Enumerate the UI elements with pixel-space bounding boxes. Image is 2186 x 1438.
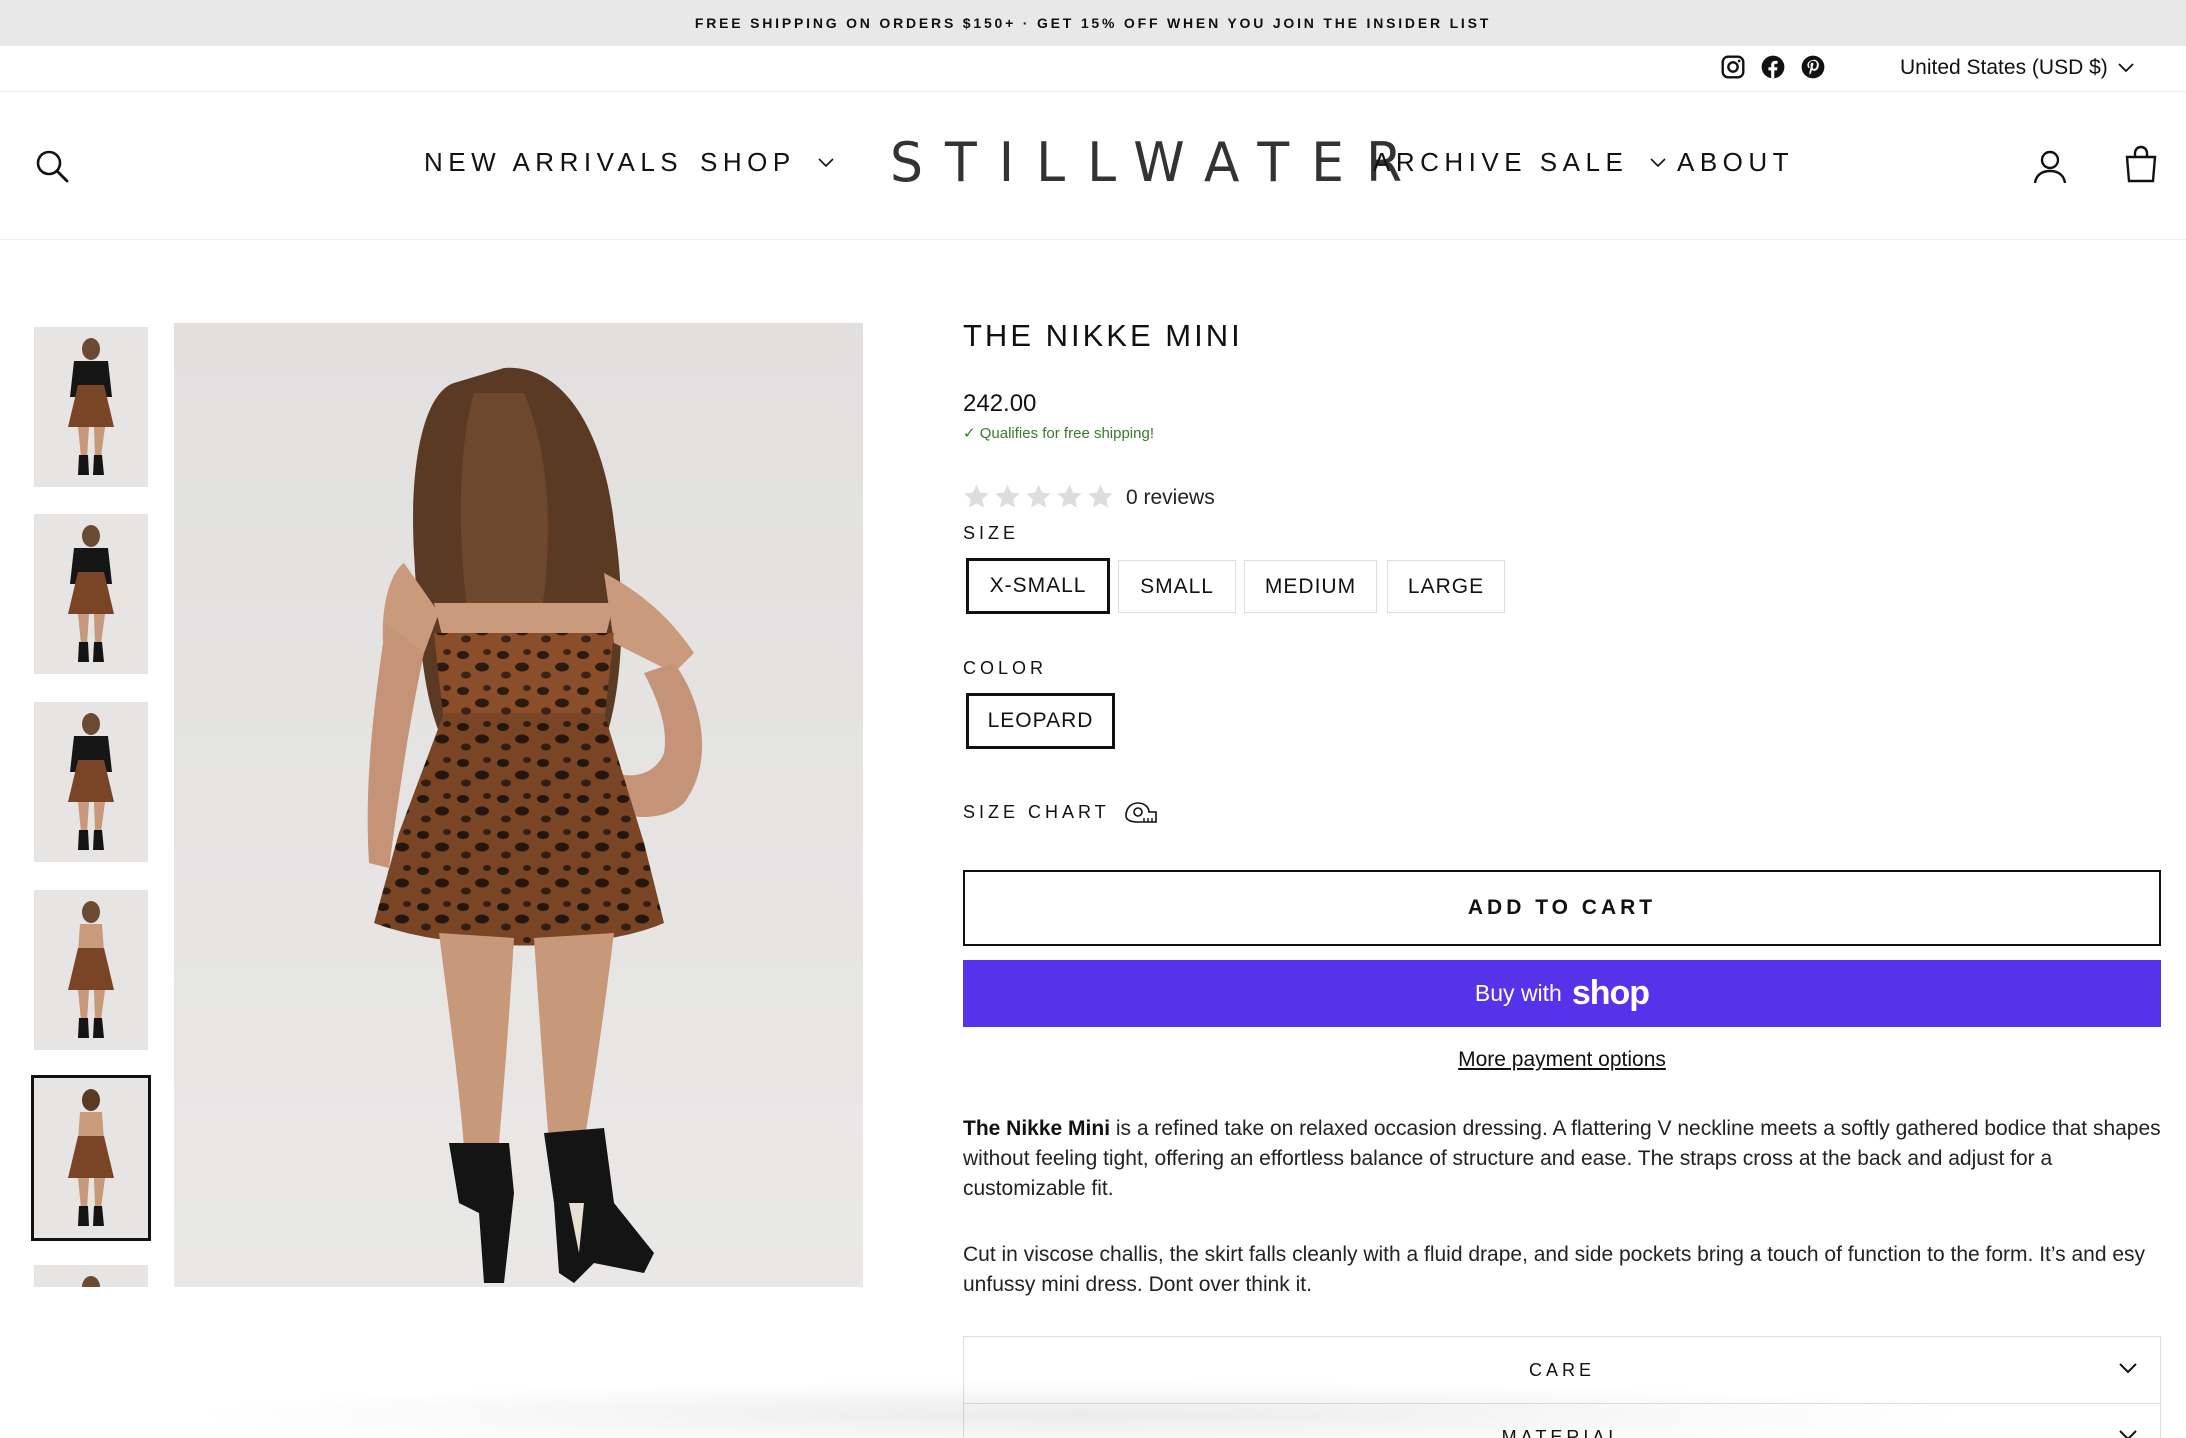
nav-label: ARCHIVE SALE: [1373, 147, 1629, 177]
product-price: 242.00: [963, 390, 1037, 417]
nav-label: SHOP: [700, 147, 796, 177]
description-paragraph-2: Cut in viscose challis, the skirt falls …: [963, 1243, 2146, 1296]
chevron-down-icon: [2119, 1363, 2137, 1374]
thumbnail-photo: [34, 327, 148, 487]
site-header: NEW ARRIVALS SHOP STILLWATER ARCHIVE SAL…: [0, 93, 2186, 240]
thumbnail-5[interactable]: [31, 1075, 151, 1241]
add-to-cart-button[interactable]: ADD TO CART: [963, 870, 2161, 946]
thumbnail-photo: [34, 514, 148, 674]
star-rating[interactable]: [963, 483, 1114, 510]
product-photo: [174, 323, 863, 1287]
size-option-x-small[interactable]: X-SMALL: [966, 558, 1110, 614]
thumbnail-photo: [34, 890, 148, 1050]
chevron-down-icon: [2118, 63, 2134, 73]
nav-archive-sale[interactable]: ARCHIVE SALE: [1373, 147, 1666, 178]
description-text: is a refined take on relaxed occasion dr…: [963, 1117, 2161, 1200]
currency-selector[interactable]: United States (USD $): [1900, 56, 2134, 80]
search-icon[interactable]: [34, 148, 70, 184]
thumbnail-photo: [34, 1265, 148, 1287]
tape-measure-icon: [1124, 802, 1157, 823]
nav-shop[interactable]: SHOP: [700, 147, 834, 178]
thumbnail-photo: [34, 1078, 148, 1238]
accordion-care[interactable]: CARE: [963, 1336, 2161, 1403]
shipping-note: ✓ Qualifies for free shipping!: [963, 425, 1154, 442]
accordion-label: MATERIAL: [1501, 1426, 1623, 1438]
chevron-down-icon: [1650, 157, 1666, 167]
buy-with-label: Buy with: [1474, 980, 1562, 1006]
description-paragraph-1: The Nikke Mini is a refined take on rela…: [963, 1114, 2161, 1204]
product-title: THE NIKKE MINI: [963, 318, 1243, 353]
currency-label: United States (USD $): [1900, 56, 2108, 79]
nav-label: ABOUT: [1677, 147, 1795, 177]
thumbnail-1[interactable]: [34, 327, 148, 487]
instagram-icon[interactable]: [1720, 54, 1746, 80]
main-product-image[interactable]: [174, 323, 863, 1287]
size-label: SIZE: [963, 523, 1020, 543]
size-option-medium[interactable]: MEDIUM: [1244, 560, 1377, 613]
announcement-text: FREE SHIPPING ON ORDERS $150+ · GET 15% …: [694, 15, 1492, 31]
size-option-large[interactable]: LARGE: [1387, 560, 1505, 613]
utility-bar: United States (USD $): [0, 46, 2186, 92]
announcement-bar: FREE SHIPPING ON ORDERS $150+ · GET 15% …: [0, 0, 2186, 46]
account-icon[interactable]: [2033, 149, 2067, 185]
thumbnail-6[interactable]: [34, 1265, 148, 1287]
reviews-link[interactable]: 0 reviews: [1126, 486, 1215, 510]
thumbnail-3[interactable]: [34, 702, 148, 862]
facebook-icon[interactable]: [1760, 54, 1786, 80]
star-icon: [1026, 484, 1051, 508]
star-icon: [995, 484, 1020, 508]
color-label: COLOR: [963, 658, 1048, 678]
nav-new-arrivals[interactable]: NEW ARRIVALS: [424, 147, 683, 178]
shop-pay-button[interactable]: Buy with shop: [963, 960, 2161, 1027]
description-product-name: The Nikke Mini: [963, 1117, 1111, 1140]
accordion-label: CARE: [1528, 1359, 1595, 1380]
size-chart-link[interactable]: SIZE CHART: [963, 800, 1158, 824]
thumbnail-photo: [34, 702, 148, 862]
cart-icon[interactable]: [2124, 145, 2158, 183]
shop-logo: shop: [1571, 974, 1650, 1012]
chevron-down-icon: [2119, 1430, 2137, 1438]
nav-about[interactable]: ABOUT: [1677, 147, 1794, 178]
star-icon: [1057, 484, 1082, 508]
color-option-leopard[interactable]: LEOPARD: [966, 693, 1115, 749]
accordion-material[interactable]: MATERIAL: [963, 1403, 2161, 1438]
site-logo[interactable]: STILLWATER: [890, 132, 1424, 195]
social-links: [1720, 54, 1826, 80]
thumbnail-2[interactable]: [34, 514, 148, 674]
thumbnail-4[interactable]: [34, 890, 148, 1050]
nav-label: NEW ARRIVALS: [424, 147, 684, 177]
pinterest-icon[interactable]: [1800, 54, 1826, 80]
star-icon: [964, 484, 989, 508]
chevron-down-icon: [818, 157, 834, 167]
size-chart-label: SIZE CHART: [963, 801, 1110, 822]
star-icon: [1088, 484, 1113, 508]
more-payment-options-link[interactable]: More payment options: [963, 1048, 2161, 1072]
size-option-small[interactable]: SMALL: [1118, 560, 1236, 613]
